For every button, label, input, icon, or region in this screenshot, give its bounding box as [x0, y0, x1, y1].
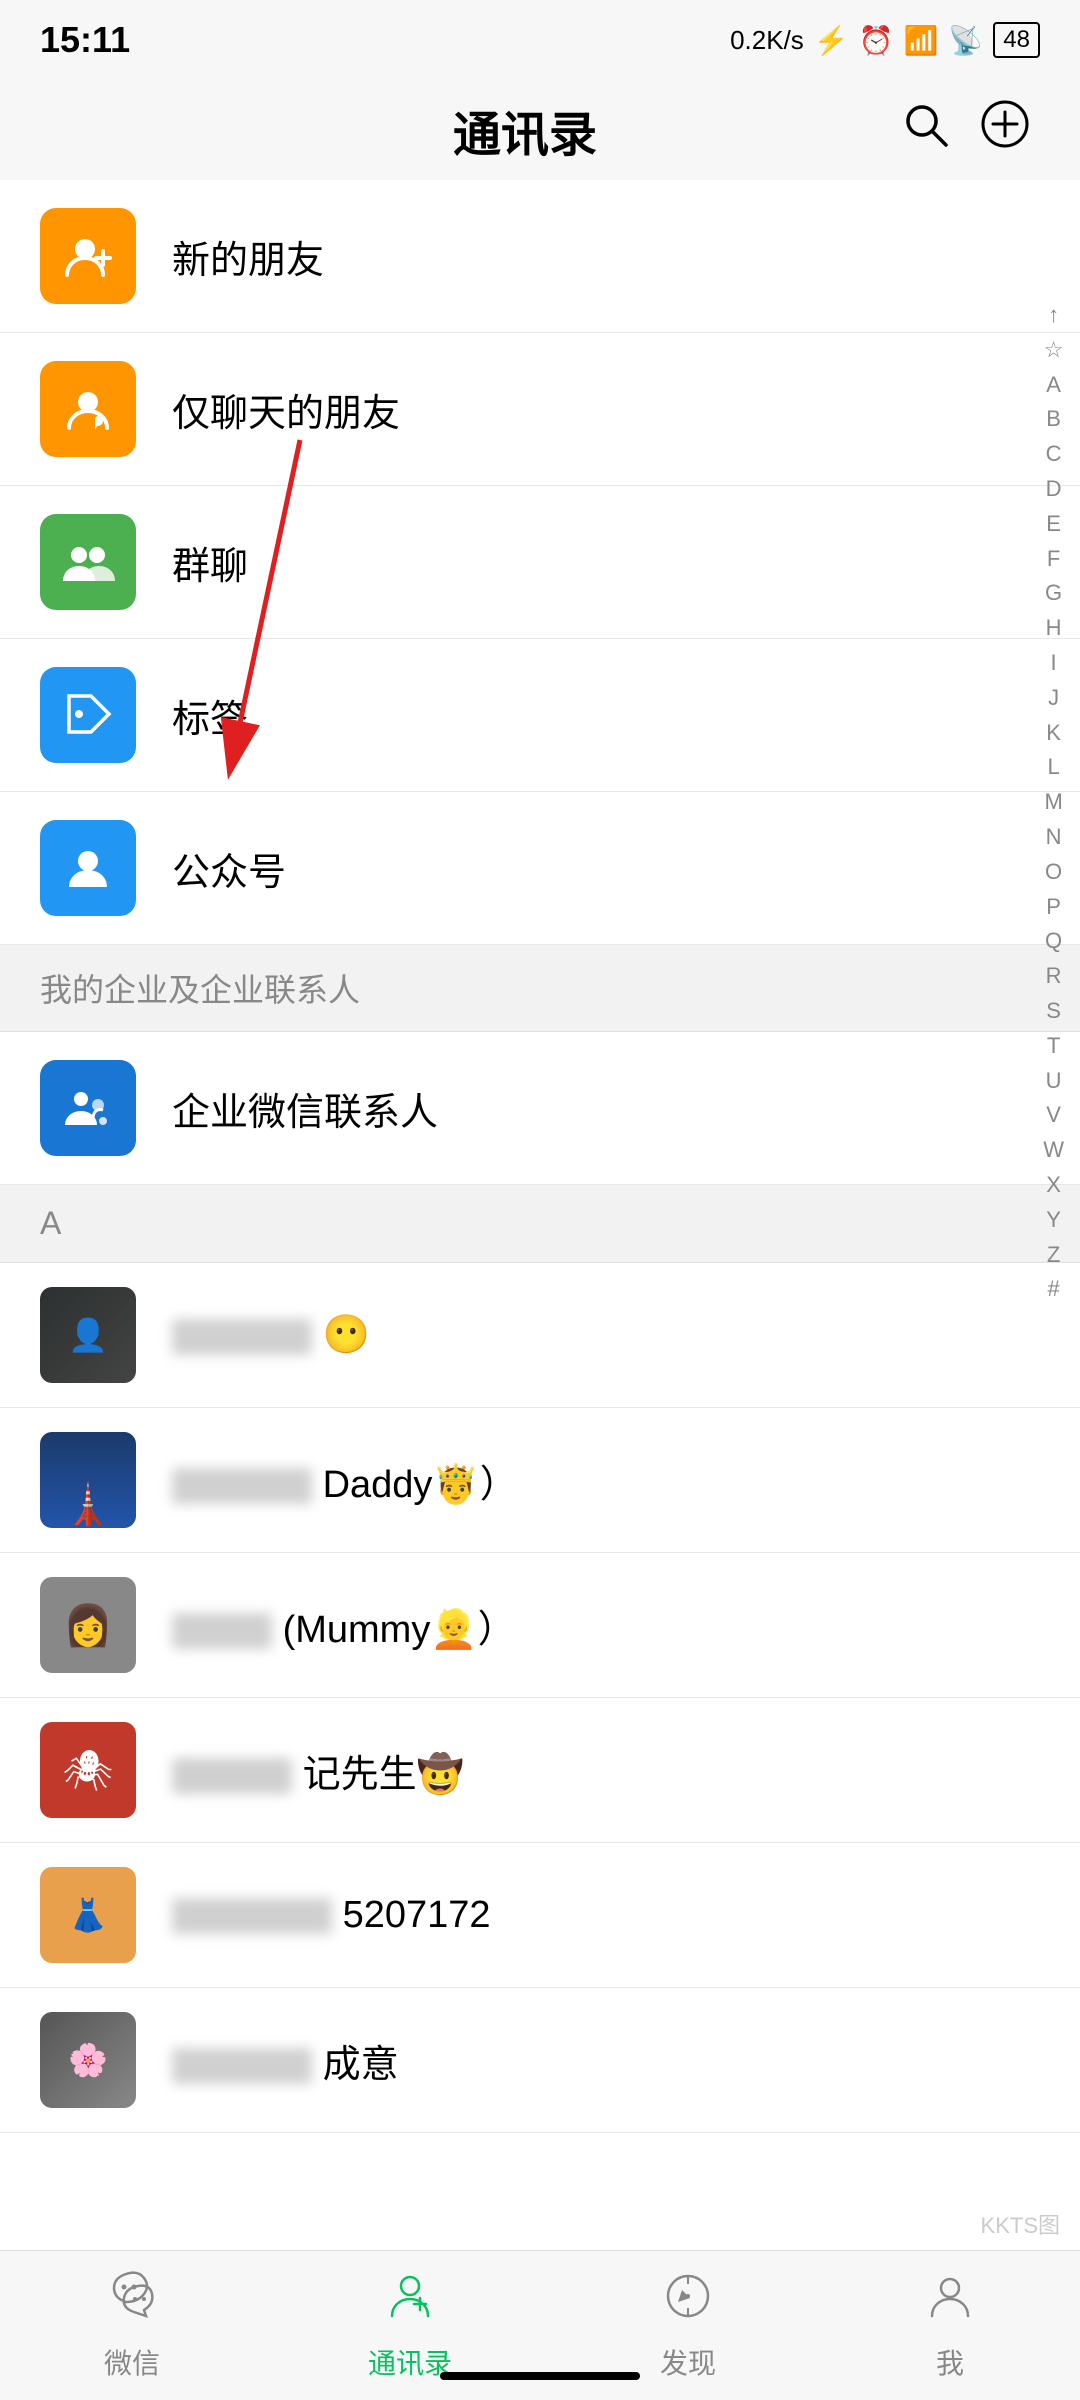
weixin-icon [106, 2270, 158, 2334]
new-friends-item[interactable]: 新的朋友 [0, 180, 1080, 333]
nav-me-label: 我 [936, 2342, 964, 2382]
enterprise-icon [40, 1060, 136, 1156]
contact-person-6[interactable]: 🌸 成意 [0, 1988, 1080, 2133]
new-friends-label: 新的朋友 [172, 229, 324, 284]
alpha-index-item[interactable]: E [1046, 509, 1061, 540]
nav-me[interactable]: 我 [924, 2270, 976, 2382]
alpha-index-item[interactable]: D [1046, 474, 1062, 505]
battery-icon: 48 [993, 22, 1040, 58]
alpha-index-item[interactable]: A [1046, 370, 1061, 401]
network-speed: 0.2K/s [730, 25, 804, 56]
group-chat-label: 群聊 [172, 535, 248, 590]
nav-weixin-label: 微信 [104, 2342, 160, 2382]
signal-icon: 📶 [904, 24, 939, 57]
header-action-icons [900, 99, 1030, 161]
new-friends-icon [40, 208, 136, 304]
discover-icon [662, 2270, 714, 2334]
alpha-index-item[interactable]: X [1046, 1170, 1061, 1201]
person-name-2: Daddy🤴） [172, 1453, 518, 1508]
avatar-4: 🕷 [40, 1722, 136, 1818]
add-contact-icon[interactable] [980, 99, 1030, 161]
page-title: 通讯录 [150, 95, 900, 165]
alpha-index-item[interactable]: O [1045, 857, 1062, 888]
contacts-icon [384, 2270, 436, 2334]
alpha-index-item[interactable]: W [1043, 1135, 1064, 1166]
alpha-index-item[interactable]: C [1046, 439, 1062, 470]
enterprise-section-header: 我的企业及企业联系人 [0, 945, 1080, 1032]
group-chat-icon [40, 514, 136, 610]
contact-person-3[interactable]: 👩 (Mummy👱） [0, 1553, 1080, 1698]
alpha-index-item[interactable]: U [1046, 1066, 1062, 1097]
alpha-index-item[interactable]: J [1048, 683, 1059, 714]
alpha-index-item[interactable]: I [1051, 648, 1057, 679]
alpha-index-item[interactable]: F [1047, 544, 1060, 575]
contact-person-1[interactable]: 👤 😶 [0, 1263, 1080, 1408]
nav-weixin[interactable]: 微信 [104, 2270, 160, 2382]
chat-only-friends-item[interactable]: 仅聊天的朋友 [0, 333, 1080, 486]
status-time: 15:11 [40, 19, 130, 61]
search-icon[interactable] [900, 99, 950, 161]
status-icons: 0.2K/s ⚡ ⏰ 📶 📡 48 [730, 22, 1040, 58]
person-name-6: 成意 [172, 2033, 399, 2088]
tags-icon [40, 667, 136, 763]
person-name-5: 5207172 [172, 1894, 491, 1937]
alpha-index-item[interactable]: T [1047, 1031, 1060, 1062]
avatar-1: 👤 [40, 1287, 136, 1383]
alpha-index-item[interactable]: ↑ [1048, 300, 1059, 331]
tags-item[interactable]: 标签 [0, 639, 1080, 792]
alpha-index-item[interactable]: Q [1045, 926, 1062, 957]
header: 通讯录 [0, 80, 1080, 180]
official-account-icon [40, 820, 136, 916]
chat-only-icon [40, 361, 136, 457]
alpha-index-item[interactable]: V [1046, 1100, 1061, 1131]
enterprise-contact-item[interactable]: 企业微信联系人 [0, 1032, 1080, 1185]
alpha-index-item[interactable]: K [1046, 718, 1061, 749]
nav-discover[interactable]: 发现 [660, 2270, 716, 2382]
contact-person-5[interactable]: 👗 5207172 [0, 1843, 1080, 1988]
avatar-3: 👩 [40, 1577, 136, 1673]
alpha-index-item[interactable]: Y [1046, 1205, 1061, 1236]
wifi-icon: 📡 [948, 24, 983, 57]
avatar-6: 🌸 [40, 2012, 136, 2108]
alpha-index-item[interactable]: M [1044, 787, 1062, 818]
nav-discover-label: 发现 [660, 2342, 716, 2382]
person-name-1: 😶 [172, 1313, 370, 1357]
alpha-index-item[interactable]: G [1045, 578, 1062, 609]
alpha-index-item[interactable]: L [1047, 752, 1059, 783]
alpha-index-item[interactable]: # [1047, 1274, 1059, 1305]
alpha-index[interactable]: ↑ ☆ ABCDEFGHIJKLMNOPQRSTUVWXYZ# [1043, 300, 1064, 1305]
alpha-index-item[interactable]: R [1046, 961, 1062, 992]
avatar-2: 🗼 [40, 1432, 136, 1528]
alpha-index-item[interactable]: H [1046, 613, 1062, 644]
person-name-3: (Mummy👱） [172, 1598, 516, 1653]
bluetooth-icon: ⚡ [814, 24, 849, 57]
section-a-header: A [0, 1185, 1080, 1263]
contact-person-4[interactable]: 🕷 记先生🤠 [0, 1698, 1080, 1843]
alpha-index-item[interactable]: N [1046, 822, 1062, 853]
alpha-index-item[interactable]: ☆ [1044, 335, 1064, 366]
contact-person-2[interactable]: 🗼 Daddy🤴） [0, 1408, 1080, 1553]
person-name-4: 记先生🤠 [172, 1743, 464, 1798]
official-account-label: 公众号 [172, 841, 286, 896]
alpha-index-item[interactable]: B [1046, 404, 1061, 435]
contact-list: 新的朋友 仅聊天的朋友 群聊 [0, 180, 1080, 2333]
watermark: KKTS图 [981, 2208, 1060, 2240]
enterprise-contact-label: 企业微信联系人 [172, 1081, 438, 1136]
me-icon [924, 2270, 976, 2334]
chat-only-label: 仅聊天的朋友 [172, 382, 400, 437]
status-bar: 15:11 0.2K/s ⚡ ⏰ 📶 📡 48 [0, 0, 1080, 80]
alarm-icon: ⏰ [859, 24, 894, 57]
alpha-index-item[interactable]: P [1046, 892, 1061, 923]
avatar-5: 👗 [40, 1867, 136, 1963]
home-indicator [440, 2372, 640, 2380]
alpha-index-item[interactable]: Z [1047, 1240, 1060, 1271]
tags-label: 标签 [172, 688, 248, 743]
alpha-index-item[interactable]: S [1046, 996, 1061, 1027]
nav-contacts[interactable]: 通讯录 [368, 2270, 452, 2382]
official-account-item[interactable]: 公众号 [0, 792, 1080, 945]
group-chat-item[interactable]: 群聊 [0, 486, 1080, 639]
